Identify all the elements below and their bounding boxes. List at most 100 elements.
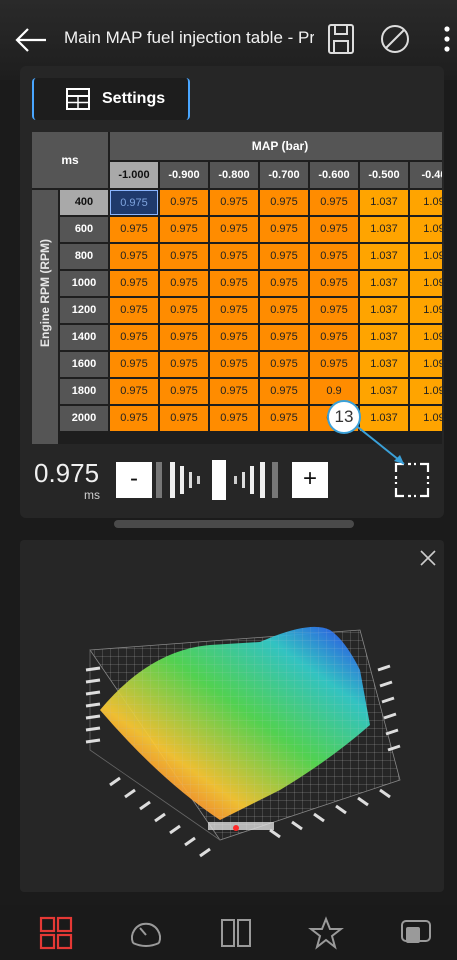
row-header[interactable]: 1400 <box>60 325 108 350</box>
table-cell[interactable]: 0.975 <box>160 325 208 350</box>
table-cell[interactable]: 0.975 <box>160 271 208 296</box>
table-cell[interactable]: 0.975 <box>110 217 158 242</box>
row-header[interactable]: 1800 <box>60 379 108 404</box>
table-cell[interactable]: 1.09 <box>410 406 442 431</box>
panel-resize-handle[interactable] <box>114 520 354 528</box>
column-header[interactable]: -0.500 <box>360 162 408 188</box>
table-cell[interactable]: 1.037 <box>360 244 408 269</box>
table-cell[interactable]: 0.975 <box>260 298 308 323</box>
table-cell[interactable]: 0.975 <box>260 190 308 215</box>
bottom-navigation <box>0 905 457 960</box>
table-cell[interactable]: 0.975 <box>160 217 208 242</box>
table-cell[interactable]: 1.09 <box>410 271 442 296</box>
column-header[interactable]: -0.800 <box>210 162 258 188</box>
table-cell[interactable]: 0.975 <box>310 217 358 242</box>
columns-icon[interactable] <box>218 915 254 951</box>
table-cell[interactable]: 0.975 <box>210 217 258 242</box>
table-cell[interactable]: 1.037 <box>360 379 408 404</box>
table-cell[interactable]: 0.975 <box>110 379 158 404</box>
table-cell[interactable]: 1.09 <box>410 217 442 242</box>
decrement-button[interactable]: - <box>116 462 152 498</box>
table-cell[interactable]: 1.037 <box>360 217 408 242</box>
table-cell[interactable]: 0.975 <box>310 325 358 350</box>
callout-badge: 13 <box>327 400 361 434</box>
table-cell[interactable]: 1.09 <box>410 379 442 404</box>
table-cell[interactable]: 0.975 <box>260 325 308 350</box>
table-cell[interactable]: 1.09 <box>410 325 442 350</box>
table-cell[interactable]: 0.975 <box>210 298 258 323</box>
table-cell[interactable]: 0.975 <box>110 298 158 323</box>
row-header[interactable]: 800 <box>60 244 108 269</box>
table-cell[interactable]: 1.037 <box>360 190 408 215</box>
table-cell[interactable]: 1.09 <box>410 190 442 215</box>
comment-icon[interactable] <box>398 915 434 951</box>
table-cell[interactable]: 0.975 <box>110 244 158 269</box>
more-options-icon[interactable] <box>440 22 454 56</box>
callout-arrow <box>353 423 405 465</box>
table-cell[interactable]: 0.975 <box>160 406 208 431</box>
table-cell[interactable]: 0.975 <box>160 244 208 269</box>
table-cell[interactable]: 0.975 <box>160 298 208 323</box>
grid-icon[interactable] <box>38 915 74 951</box>
table-cell[interactable]: 0.975 <box>210 244 258 269</box>
row-header[interactable]: 600 <box>60 217 108 242</box>
table-cell[interactable]: 0.975 <box>160 379 208 404</box>
column-header[interactable]: -0.900 <box>160 162 208 188</box>
table-cell[interactable]: 0.975 <box>210 271 258 296</box>
column-header[interactable]: -0.40 <box>410 162 442 188</box>
table-cell[interactable]: 0.975 <box>110 271 158 296</box>
fuel-table: ms MAP (bar) Engine RPM (RPM) -1.000 -0.9… <box>32 132 442 444</box>
table-cell[interactable]: 0.975 <box>110 190 158 215</box>
table-cell[interactable]: 0.975 <box>110 406 158 431</box>
table-cell[interactable]: 0.975 <box>260 379 308 404</box>
table-cell[interactable]: 0.975 <box>310 271 358 296</box>
table-cell[interactable]: 0.975 <box>210 406 258 431</box>
table-cell[interactable]: 1.09 <box>410 352 442 377</box>
table-cell[interactable]: 0.975 <box>110 352 158 377</box>
column-axis-label: MAP (bar) <box>110 132 442 160</box>
table-cell[interactable]: 1.037 <box>360 325 408 350</box>
gauge-icon[interactable] <box>128 915 164 951</box>
table-cell[interactable]: 0.975 <box>210 379 258 404</box>
increment-button[interactable]: + <box>292 462 328 498</box>
table-cell[interactable]: 1.09 <box>410 244 442 269</box>
table-cell[interactable]: 0.975 <box>310 352 358 377</box>
selected-value-unit: ms <box>84 488 100 502</box>
table-cell[interactable]: 0.975 <box>160 352 208 377</box>
table-cell[interactable]: 1.037 <box>360 298 408 323</box>
row-header[interactable]: 400 <box>60 190 108 215</box>
table-cell[interactable]: 1.037 <box>360 271 408 296</box>
table-cell[interactable]: 0.975 <box>210 352 258 377</box>
row-header[interactable]: 1000 <box>60 271 108 296</box>
column-header[interactable]: -1.000 <box>110 162 158 188</box>
row-header[interactable]: 1600 <box>60 352 108 377</box>
table-cell[interactable]: 1.09 <box>410 298 442 323</box>
star-icon[interactable] <box>308 915 344 951</box>
table-cell[interactable]: 0.975 <box>260 244 308 269</box>
table-cell[interactable]: 0.975 <box>310 190 358 215</box>
save-icon[interactable] <box>326 22 356 56</box>
back-arrow-icon[interactable] <box>14 24 48 56</box>
table-cell[interactable]: 0.975 <box>210 325 258 350</box>
table-cell[interactable]: 0.975 <box>260 406 308 431</box>
column-header[interactable]: -0.700 <box>260 162 308 188</box>
table-cell[interactable]: 0.975 <box>210 190 258 215</box>
table-icon <box>66 88 90 110</box>
fuel-surface-plot[interactable] <box>30 560 430 880</box>
settings-label: Settings <box>102 90 166 107</box>
table-cell[interactable]: 0.9 <box>310 379 358 404</box>
table-cell[interactable]: 0.975 <box>260 217 308 242</box>
table-cell[interactable]: 0.975 <box>260 271 308 296</box>
settings-button[interactable]: Settings <box>32 78 190 120</box>
row-header[interactable]: 1200 <box>60 298 108 323</box>
column-header[interactable]: -0.600 <box>310 162 358 188</box>
table-cell[interactable]: 0.975 <box>310 244 358 269</box>
row-header[interactable]: 2000 <box>60 406 108 431</box>
table-cell[interactable]: 0.975 <box>110 325 158 350</box>
value-slider[interactable] <box>154 458 288 502</box>
cancel-icon[interactable] <box>378 22 412 56</box>
table-cell[interactable]: 0.975 <box>160 190 208 215</box>
table-cell[interactable]: 0.975 <box>260 352 308 377</box>
table-cell[interactable]: 0.975 <box>310 298 358 323</box>
table-cell[interactable]: 1.037 <box>360 352 408 377</box>
